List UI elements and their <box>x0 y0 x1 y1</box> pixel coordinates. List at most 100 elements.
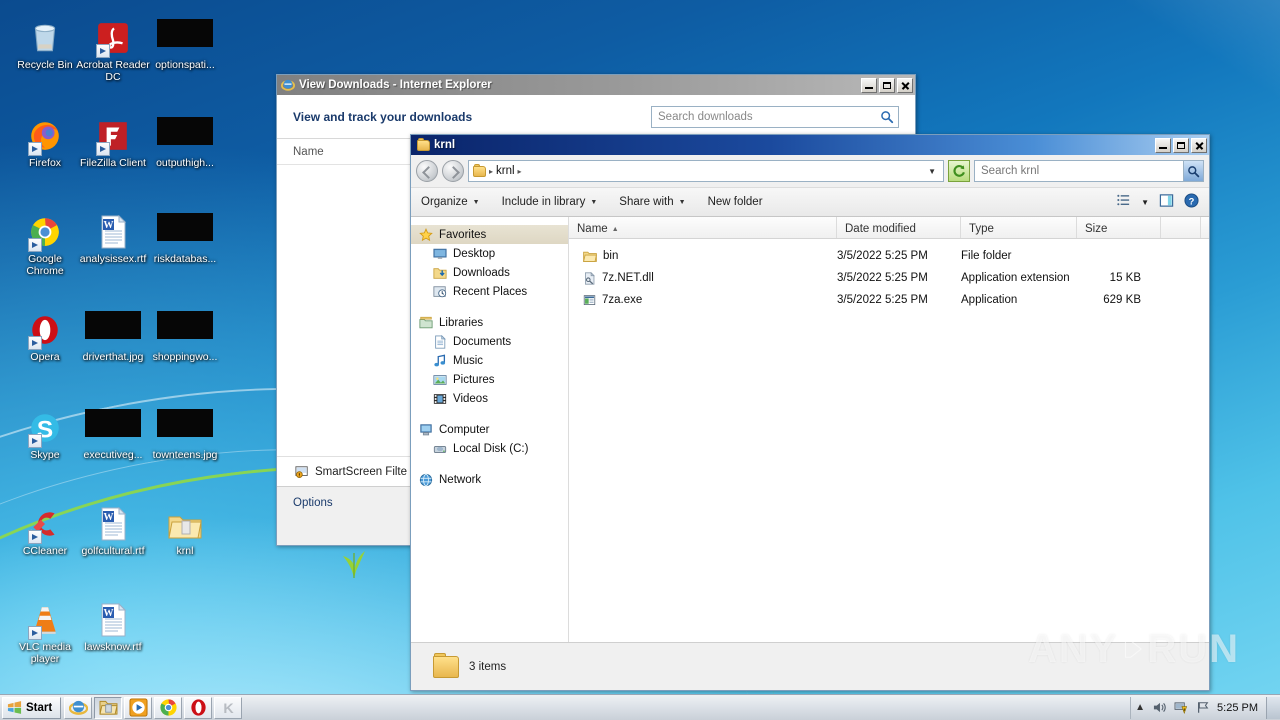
desktop-icon-shoppingwo[interactable]: shoppingwo... <box>148 300 222 364</box>
show-hidden-icons-icon[interactable]: ▲ <box>1135 702 1145 713</box>
back-button[interactable] <box>416 160 438 182</box>
toolbar-share-with[interactable]: Share with ▼ <box>615 194 689 210</box>
ie-window-titlebar[interactable]: View Downloads - Internet Explorer <box>277 75 915 95</box>
chevron-down-icon[interactable]: ▼ <box>590 199 597 206</box>
column-header-name[interactable]: Name ▲ <box>569 217 837 238</box>
help-icon[interactable]: ? <box>1184 193 1199 211</box>
refresh-button[interactable] <box>948 160 970 182</box>
file-name-cell[interactable]: 7z.NET.dll <box>569 271 837 285</box>
nav-item-computer[interactable]: Computer <box>411 420 568 439</box>
search-button[interactable] <box>1183 161 1203 181</box>
taskbar-clock[interactable]: 5:25 PM <box>1217 702 1258 714</box>
explorer-maximize-button[interactable] <box>1173 137 1189 153</box>
desktop-icon-townteens-jpg[interactable]: townteens.jpg <box>148 398 222 462</box>
file-row[interactable]: 7z.NET.dll 3/5/2022 5:25 PM Application ex… <box>569 267 1209 289</box>
explorer-search-input[interactable]: Search krnl <box>974 160 1204 182</box>
column-header-size[interactable]: Size <box>1077 217 1161 238</box>
nav-item-music[interactable]: Music <box>411 351 568 370</box>
nav-item-pictures[interactable]: Pictures <box>411 370 568 389</box>
desktop-icon-filezilla-client[interactable]: FileZilla Client <box>76 106 150 170</box>
file-row[interactable]: 7za.exe 3/5/2022 5:25 PM Application 629 KB <box>569 289 1209 311</box>
explorer-window-titlebar[interactable]: krnl <box>411 135 1209 155</box>
nav-item-desktop[interactable]: Desktop <box>411 244 568 263</box>
breadcrumb-dropdown-icon[interactable]: ▼ <box>928 167 939 176</box>
ie-maximize-button[interactable] <box>879 77 895 93</box>
preview-pane-icon[interactable] <box>1159 193 1174 211</box>
chevron-right-icon[interactable]: ▸ <box>489 167 493 176</box>
breadcrumb[interactable]: ▸ krnl ▸ ▼ <box>468 160 944 182</box>
desktop-icon-recycle-bin[interactable]: Recycle Bin <box>8 8 82 72</box>
forward-button[interactable] <box>442 160 464 182</box>
desktop-icon-opera[interactable]: Opera <box>8 300 82 364</box>
nav-item-local-disk-c[interactable]: Local Disk (C:) <box>411 439 568 458</box>
desktop-icon-krnl[interactable]: krnl <box>148 494 222 558</box>
ie-minimize-button[interactable] <box>861 77 877 93</box>
nav-pane-spacer <box>411 408 568 420</box>
ie-search-downloads-input[interactable]: Search downloads <box>651 105 899 128</box>
chevron-down-icon[interactable]: ▼ <box>1141 198 1149 207</box>
network-warning-icon[interactable] <box>1174 701 1189 714</box>
desktop-icon-google-chrome[interactable]: Google Chrome <box>8 202 82 277</box>
desktop-icon-analysissex-rtf[interactable]: Wanalysissex.rtf <box>76 202 150 266</box>
krnl-taskbar-icon[interactable]: K <box>214 696 243 719</box>
file-row[interactable]: bin 3/5/2022 5:25 PM File folder <box>569 245 1209 267</box>
chevron-right-icon-2[interactable]: ▸ <box>518 167 522 176</box>
chrome-taskbar-icon[interactable] <box>154 696 183 719</box>
desktop-icon-driverthat-jpg[interactable]: driverthat.jpg <box>76 300 150 364</box>
windows-explorer-taskbar-icon[interactable] <box>94 696 123 719</box>
desktop-icon-riskdatabas[interactable]: riskdatabas... <box>148 202 222 266</box>
file-list-rows[interactable]: bin 3/5/2022 5:25 PM File folder 7z.NET.dll… <box>569 239 1209 642</box>
ie-close-button[interactable] <box>897 77 913 93</box>
nav-item-downloads[interactable]: Downloads <box>411 263 568 282</box>
opera-taskbar-icon[interactable] <box>184 696 213 719</box>
show-desktop-button[interactable] <box>1266 696 1280 719</box>
desktop-icon-golfcultural-rtf[interactable]: Wgolfcultural.rtf <box>76 494 150 558</box>
desktop-icon-skype[interactable]: S Skype <box>8 398 82 462</box>
media-player-taskbar-icon[interactable] <box>124 696 153 719</box>
desktop-icon-acrobat-reader-dc[interactable]: Acrobat Reader DC <box>76 8 150 83</box>
desktop-icon-optionspati[interactable]: optionspati... <box>148 8 222 72</box>
system-tray[interactable]: ▲ 5:25 PM <box>1130 696 1262 719</box>
filezilla-icon <box>76 106 150 156</box>
toolbar-include-in-library[interactable]: Include in library ▼ <box>498 194 602 210</box>
file-list-pane[interactable]: Name ▲ Date modified Type Size bin 3/5/2022 5… <box>569 217 1209 642</box>
nav-item-libraries[interactable]: Libraries <box>411 313 568 332</box>
desktop-icon-lawsknow-rtf[interactable]: Wlawsknow.rtf <box>76 590 150 654</box>
chevron-down-icon[interactable]: ▼ <box>473 199 480 206</box>
nav-item-favorites[interactable]: Favorites <box>411 225 568 244</box>
file-name-cell[interactable]: 7za.exe <box>569 294 837 307</box>
taskbar[interactable]: Start K ▲ 5:25 PM <box>0 694 1280 720</box>
volume-icon[interactable] <box>1152 701 1167 714</box>
desktop-icon-firefox[interactable]: Firefox <box>8 106 82 170</box>
ie-options-link[interactable]: Options <box>293 497 333 509</box>
explorer-krnl-window[interactable]: krnl ▸ krnl ▸ ▼ Search krnl Organize ▼ I… <box>410 134 1210 691</box>
action-center-flag-icon[interactable] <box>1196 701 1210 714</box>
desktop-icon-outputhigh[interactable]: outputhigh... <box>148 106 222 170</box>
toolbar-new-folder[interactable]: New folder <box>704 194 767 210</box>
desktop-icon-vlc-media-player[interactable]: VLC media player <box>8 590 82 665</box>
desktop-icon-executiveg[interactable]: executiveg... <box>76 398 150 462</box>
navigation-pane[interactable]: Favorites Desktop Downloads Recent Places Li… <box>411 217 569 642</box>
chevron-down-icon[interactable]: ▼ <box>679 199 686 206</box>
pictures-icon <box>433 373 447 387</box>
nav-item-documents[interactable]: Documents <box>411 332 568 351</box>
nav-item-videos[interactable]: Videos <box>411 389 568 408</box>
column-header-label: Name <box>577 223 608 235</box>
breadcrumb-current[interactable]: krnl <box>496 165 515 177</box>
nav-item-recent-places[interactable]: Recent Places <box>411 282 568 301</box>
file-list-column-headers[interactable]: Name ▲ Date modified Type Size <box>569 217 1209 239</box>
view-layout-icon[interactable] <box>1116 193 1131 211</box>
desktop-background[interactable]: Recycle Bin Acrobat Reader DC optionspati.… <box>0 0 1280 720</box>
start-button[interactable]: Start <box>2 696 62 719</box>
toolbar-organize[interactable]: Organize ▼ <box>417 194 484 210</box>
internet-explorer-taskbar-icon[interactable] <box>64 696 93 719</box>
column-header-type[interactable]: Type <box>961 217 1077 238</box>
file-name-cell[interactable]: bin <box>569 250 837 263</box>
shortcut-overlay-icon <box>28 626 42 640</box>
nav-item-network[interactable]: Network <box>411 470 568 489</box>
explorer-minimize-button[interactable] <box>1155 137 1171 153</box>
explorer-close-button[interactable] <box>1191 137 1207 153</box>
column-header-blank[interactable] <box>1161 217 1201 238</box>
desktop-icon-ccleaner[interactable]: CCleaner <box>8 494 82 558</box>
column-header-date-modified[interactable]: Date modified <box>837 217 961 238</box>
